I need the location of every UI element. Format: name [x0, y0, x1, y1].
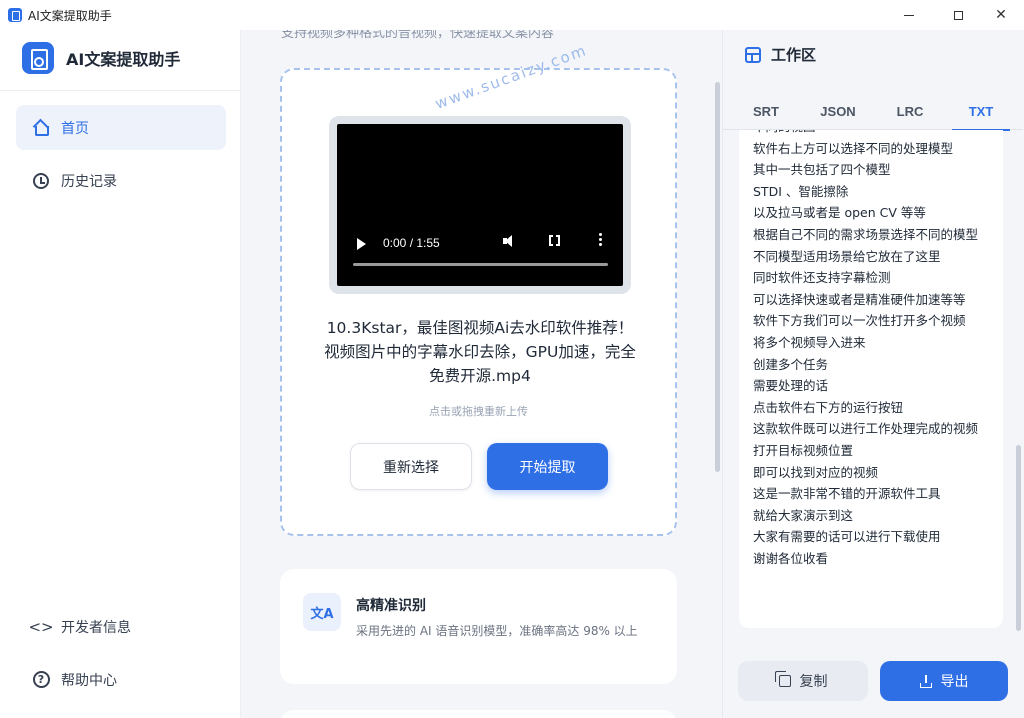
transcript-line: 这是一款非常不错的开源软件工具	[753, 486, 941, 502]
feature-card: 文A 高精准识别 采用先进的 AI 语音识别模型，准确率高达 98% 以上	[280, 569, 677, 684]
reselect-button[interactable]: 重新选择	[350, 443, 472, 490]
sidebar: AI文案提取助手 首页 历史记录 <> 开发者信息 ? 帮助中心	[0, 30, 241, 718]
main-scrollbar[interactable]	[715, 82, 720, 472]
title-bar: AI文案提取助手 ✕	[0, 0, 1024, 30]
transcript-line: 其中一共包括了四个模型	[753, 162, 891, 178]
close-button[interactable]: ✕	[978, 0, 1024, 30]
sidebar-item-home[interactable]: 首页	[16, 105, 226, 150]
window-title: AI文案提取助手	[28, 9, 112, 23]
minimize-button[interactable]	[886, 0, 932, 30]
minimize-icon	[904, 14, 914, 16]
transcript-line: 以及拉马或者是 open CV 等等	[753, 205, 926, 221]
transcript-line: 打开目标视频位置	[753, 442, 854, 458]
code-icon: <>	[28, 617, 54, 636]
layout-icon	[745, 46, 761, 63]
app-icon	[8, 8, 22, 22]
sidebar-item-label: 开发者信息	[61, 619, 131, 636]
tab-json[interactable]: JSON	[809, 92, 867, 130]
transcript-line: 即可以找到对应的视频	[753, 464, 879, 480]
home-icon	[32, 119, 50, 137]
transcript-line: 需要处理的话	[753, 378, 829, 394]
transcript-line: 将多个视频导入进来	[753, 334, 866, 350]
help-icon: ?	[32, 671, 50, 689]
copy-icon	[774, 671, 791, 687]
transcript-lines: 不同的视图软件右上方可以选择不同的处理模型其中一共包括了四个模型 STDI 、智能…	[753, 130, 993, 569]
video-player[interactable]: 0:00 / 1:55	[337, 124, 623, 286]
workspace-title: 工作区	[771, 46, 817, 64]
export-label: 导出	[940, 674, 969, 690]
close-icon: ✕	[995, 7, 1007, 23]
feature-card	[280, 710, 677, 718]
play-icon[interactable]	[357, 238, 366, 250]
export-button[interactable]: 导出	[880, 661, 1008, 701]
feature-description: 采用先进的 AI 语音识别模型，准确率高达 98% 以上	[356, 624, 638, 638]
transcript-line: 谢谢各位收看	[753, 550, 829, 566]
sidebar-item-label: 历史记录	[61, 173, 117, 190]
transcript-line: 不同模型适用场景给它放在了这里	[753, 248, 941, 264]
format-tabs: SRT JSON LRC TXT	[723, 92, 1023, 131]
workspace-panel: 工作区 SRT JSON LRC TXT 不同的视图软件右上方可以选择不同的处理…	[722, 30, 1024, 718]
sidebar-item-label: 帮助中心	[61, 672, 117, 689]
transcript-line: 大家有需要的话可以进行下载使用	[753, 529, 941, 545]
sidebar-item-label: 首页	[61, 120, 89, 137]
file-name: 10.3Kstar，最佳图视频Ai去水印软件推荐！视频图片中的字幕水印去除，GP…	[324, 319, 636, 385]
transcript-line: 同时软件还支持字幕检测	[753, 270, 891, 286]
sidebar-divider	[0, 90, 240, 91]
transcript-scrollbar[interactable]	[1016, 445, 1021, 631]
transcript-text-area[interactable]: 不同的视图软件右上方可以选择不同的处理模型其中一共包括了四个模型 STDI 、智能…	[739, 130, 1003, 628]
volume-icon[interactable]	[503, 234, 517, 248]
transcript-line: 不同的视图	[753, 130, 993, 138]
brand-name: AI文案提取助手	[66, 50, 181, 69]
transcript-line: 这款软件既可以进行工作处理完成的视频	[753, 421, 979, 437]
copy-label: 复制	[799, 674, 828, 690]
maximize-icon	[953, 10, 963, 20]
transcript-line: 创建多个任务	[753, 356, 829, 372]
upload-dropzone[interactable]: 0:00 / 1:55 10.3Kstar，最佳图视频Ai去水印软件推荐！视频图…	[280, 68, 677, 536]
feature-title: 高精准识别	[356, 598, 426, 614]
transcript-line: 软件右上方可以选择不同的处理模型	[753, 140, 954, 156]
transcript-line: 可以选择快速或者是精准硬件加速等等	[753, 291, 966, 307]
transcript-line: 点击软件右下方的运行按钮	[753, 399, 904, 415]
clock-icon	[32, 172, 50, 190]
video-time: 0:00 / 1:55	[383, 236, 440, 250]
brand: AI文案提取助手	[22, 42, 180, 74]
sidebar-item-developer-info[interactable]: <> 开发者信息	[16, 604, 226, 649]
transcript-line: STDI 、智能擦除	[753, 183, 849, 199]
brand-logo-icon	[22, 42, 54, 74]
video-progress-bar[interactable]	[353, 263, 608, 266]
tab-txt[interactable]: TXT	[952, 92, 1010, 131]
sidebar-item-help-center[interactable]: ? 帮助中心	[16, 657, 226, 702]
transcript-line: 软件下方我们可以一次性打开多个视频	[753, 313, 966, 329]
upload-description: 支持视频多种格式的音视频，快速提取文案内容	[281, 30, 555, 41]
transcript-line: 根据自己不同的需求场景选择不同的模型	[753, 226, 979, 242]
copy-button[interactable]: 复制	[738, 661, 868, 701]
tab-srt[interactable]: SRT	[737, 92, 795, 130]
sidebar-item-history[interactable]: 历史记录	[16, 158, 226, 203]
more-options-icon[interactable]	[599, 233, 602, 247]
main-content: 支持视频多种格式的音视频，快速提取文案内容 0:00 / 1:55 10.3Ks…	[241, 30, 722, 718]
fullscreen-icon[interactable]	[549, 234, 560, 247]
translate-icon: 文A	[303, 593, 341, 631]
tab-lrc[interactable]: LRC	[881, 92, 939, 130]
start-extract-button[interactable]: 开始提取	[487, 443, 608, 490]
upload-hint: 点击或拖拽重新上传	[429, 405, 528, 418]
video-preview-frame: 0:00 / 1:55	[329, 116, 631, 294]
maximize-button[interactable]	[935, 0, 981, 30]
workspace-header: 工作区	[745, 44, 816, 65]
transcript-line: 就给大家演示到这	[753, 507, 854, 523]
download-icon	[919, 675, 932, 688]
